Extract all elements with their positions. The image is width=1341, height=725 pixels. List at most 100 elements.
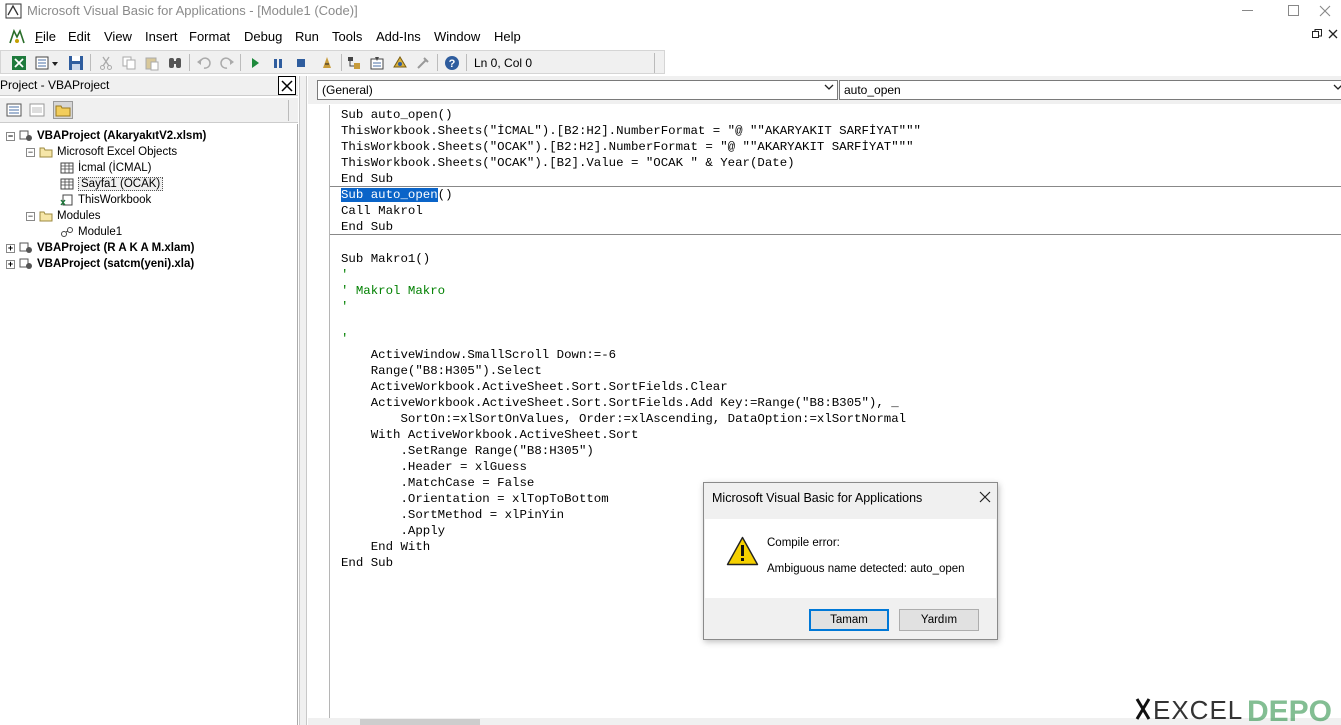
module-icon xyxy=(61,227,73,237)
code-line[interactable]: ThisWorkbook.Sheets("OCAK").[B2:H2].Numb… xyxy=(341,139,921,155)
vba-app-icon[interactable] xyxy=(8,29,26,45)
tree-sheet-icmal[interactable]: İcmal (İCMAL) xyxy=(60,160,151,176)
code-line[interactable]: .SetRange Range("B8:H305") xyxy=(341,443,921,459)
code-line[interactable]: ' Makrol Makro xyxy=(341,283,921,299)
expand-icon[interactable]: + xyxy=(6,243,15,253)
mdi-restore-icon[interactable] xyxy=(1312,29,1322,42)
tree-label: VBAProject (AkaryakıtV2.xlsm) xyxy=(37,130,207,142)
break-button[interactable] xyxy=(269,54,287,71)
help-button[interactable]: ? xyxy=(443,54,461,71)
reset-button[interactable] xyxy=(292,54,310,71)
tree-project-akaryakit[interactable]: − VBAProject (AkaryakıtV2.xlsm) xyxy=(6,128,206,144)
chevron-down-icon[interactable] xyxy=(824,83,834,94)
project-explorer-button[interactable] xyxy=(345,54,363,71)
code-line[interactable]: Sub auto_open() xyxy=(341,187,921,203)
menu-edit[interactable]: Edit xyxy=(68,29,90,44)
project-explorer-toolbar xyxy=(0,98,298,123)
cut-button[interactable] xyxy=(97,54,115,71)
find-button[interactable] xyxy=(166,54,184,71)
menu-bar: File Edit View Insert Format Debug Run T… xyxy=(0,26,1341,48)
ok-button[interactable]: Tamam xyxy=(809,609,889,631)
toolbar-grip[interactable] xyxy=(654,53,662,73)
tree-sheet-sayfa1[interactable]: Sayfa1 (OCAK) xyxy=(60,176,164,192)
tree-project-satcm[interactable]: + VBAProject (satcm(yeni).xla) xyxy=(6,256,194,272)
mdi-close-icon[interactable] xyxy=(1328,29,1338,42)
code-line[interactable]: .Header = xlGuess xyxy=(341,459,921,475)
vbaproject-icon xyxy=(19,242,32,253)
toolbar-grip[interactable] xyxy=(288,100,296,121)
code-line[interactable] xyxy=(341,235,921,251)
code-line[interactable]: Call Makrol xyxy=(341,203,921,219)
code-line[interactable]: SortOn:=xlSortOnValues, Order:=xlAscendi… xyxy=(341,411,921,427)
close-icon xyxy=(1319,5,1331,17)
chevron-down-icon[interactable] xyxy=(1333,83,1341,94)
menu-tools[interactable]: Tools xyxy=(332,29,362,44)
tree-project-rakam[interactable]: + VBAProject (R A K A M.xlam) xyxy=(6,240,194,256)
code-line[interactable]: ActiveWorkbook.ActiveSheet.Sort.SortFiel… xyxy=(341,395,921,411)
menu-add-ins[interactable]: Add-Ins xyxy=(376,29,421,44)
tree-excel-objects-folder[interactable]: − Microsoft Excel Objects xyxy=(26,144,177,160)
tree-modules-folder[interactable]: − Modules xyxy=(26,208,100,224)
code-line[interactable]: With ActiveWorkbook.ActiveSheet.Sort xyxy=(341,427,921,443)
paste-button[interactable] xyxy=(143,54,161,71)
close-icon xyxy=(979,491,991,503)
project-explorer-close-button[interactable] xyxy=(278,76,296,95)
close-window-button[interactable] xyxy=(1309,0,1341,22)
code-line[interactable] xyxy=(341,315,921,331)
design-mode-button[interactable] xyxy=(319,54,337,71)
toggle-folders-button[interactable] xyxy=(53,101,73,119)
help-dialog-button[interactable]: Yardım xyxy=(899,609,979,631)
menu-insert[interactable]: Insert xyxy=(145,29,178,44)
code-line[interactable]: End Sub xyxy=(341,171,921,187)
tree-thisworkbook[interactable]: ThisWorkbook xyxy=(60,192,151,208)
dialog-close-button[interactable] xyxy=(979,487,991,508)
run-button[interactable] xyxy=(246,54,264,71)
menu-view[interactable]: View xyxy=(104,29,132,44)
error-heading: Compile error: xyxy=(767,537,840,549)
svg-text:?: ? xyxy=(449,58,456,70)
selected-text[interactable]: Sub auto_open xyxy=(341,188,438,202)
collapse-icon[interactable]: − xyxy=(26,147,35,157)
code-line[interactable]: Sub Makro1() xyxy=(341,251,921,267)
code-line[interactable]: End Sub xyxy=(341,219,921,235)
view-object-button[interactable] xyxy=(27,101,47,119)
view-excel-button[interactable] xyxy=(10,54,28,71)
object-browser-button[interactable] xyxy=(391,54,409,71)
menu-window[interactable]: Window xyxy=(434,29,480,44)
code-line[interactable]: ' xyxy=(341,299,921,315)
redo-button[interactable] xyxy=(218,54,236,71)
collapse-icon[interactable]: − xyxy=(6,131,15,141)
vba-app-icon xyxy=(5,3,22,19)
menu-format[interactable]: Format xyxy=(189,29,230,44)
menu-file[interactable]: File xyxy=(35,29,56,44)
code-line[interactable]: ' xyxy=(341,267,921,283)
collapse-icon[interactable]: − xyxy=(26,211,35,221)
code-line[interactable]: ThisWorkbook.Sheets("OCAK").[B2].Value =… xyxy=(341,155,921,171)
insert-module-button[interactable] xyxy=(34,54,60,71)
code-line[interactable]: ActiveWorkbook.ActiveSheet.Sort.SortFiel… xyxy=(341,379,921,395)
code-margin-indicator-bar[interactable] xyxy=(308,105,330,725)
scrollbar-thumb[interactable] xyxy=(360,719,480,725)
pane-splitter[interactable] xyxy=(299,76,307,725)
menu-debug[interactable]: Debug xyxy=(244,29,282,44)
code-line[interactable]: ActiveWindow.SmallScroll Down:=-6 xyxy=(341,347,921,363)
minimize-icon xyxy=(1242,10,1253,11)
minimize-button[interactable] xyxy=(1225,0,1271,22)
code-line[interactable]: Sub auto_open() xyxy=(341,107,921,123)
view-code-button[interactable] xyxy=(4,101,24,119)
design-mode-icon xyxy=(323,56,331,68)
code-line[interactable]: ' xyxy=(341,331,921,347)
code-line[interactable]: ThisWorkbook.Sheets("İCMAL").[B2:H2].Num… xyxy=(341,123,921,139)
copy-button[interactable] xyxy=(120,54,138,71)
properties-window-button[interactable] xyxy=(368,54,386,71)
save-button[interactable] xyxy=(67,54,85,71)
object-combo[interactable]: (General) xyxy=(317,80,838,100)
menu-run[interactable]: Run xyxy=(295,29,319,44)
menu-help[interactable]: Help xyxy=(494,29,521,44)
expand-icon[interactable]: + xyxy=(6,259,15,269)
toolbox-button[interactable] xyxy=(414,54,432,71)
undo-button[interactable] xyxy=(195,54,213,71)
procedure-combo[interactable]: auto_open xyxy=(839,80,1341,100)
tree-module1[interactable]: Module1 xyxy=(60,224,122,240)
code-line[interactable]: Range("B8:H305").Select xyxy=(341,363,921,379)
